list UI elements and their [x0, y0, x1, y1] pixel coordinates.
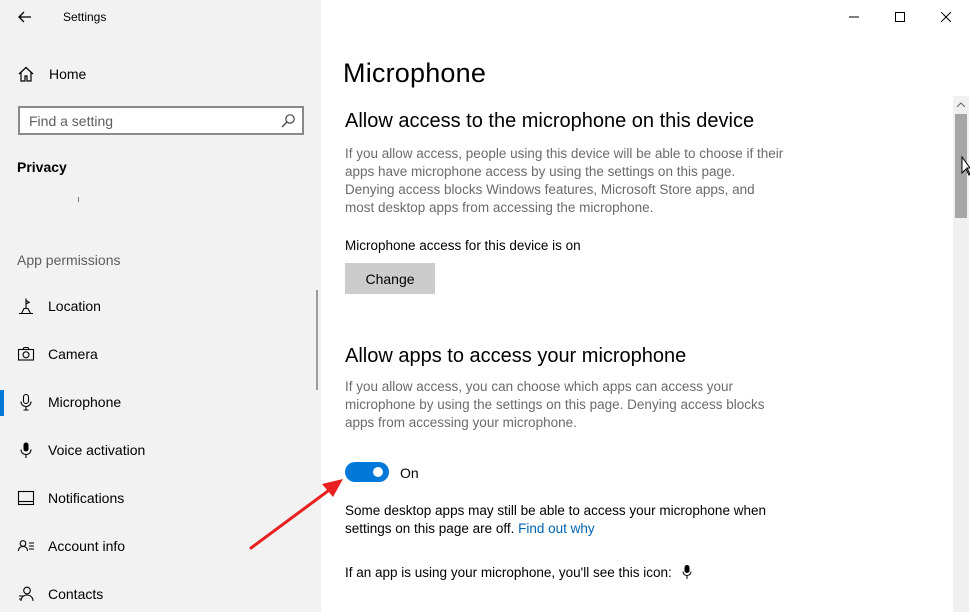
sidebar-item-contacts[interactable]: Contacts	[0, 575, 321, 612]
scroll-up-button[interactable]	[953, 96, 969, 113]
sidebar-item-voice-activation[interactable]: Voice activation	[0, 431, 321, 471]
account-info-icon	[17, 540, 34, 552]
sidebar-item-label: Notifications	[48, 490, 125, 506]
change-button[interactable]: Change	[345, 263, 435, 294]
close-icon	[941, 12, 951, 22]
divider-mark	[78, 197, 79, 202]
apps-access-heading: Allow apps to access your microphone	[345, 345, 687, 367]
mouse-cursor-icon	[961, 155, 970, 176]
search-icon[interactable]	[280, 113, 296, 129]
home-icon	[18, 66, 34, 82]
sidebar-scrollbar[interactable]	[316, 290, 318, 390]
maximize-button[interactable]	[877, 0, 923, 34]
sidebar-item-microphone[interactable]: Microphone	[0, 383, 321, 423]
sidebar-item-label: Voice activation	[48, 442, 146, 458]
active-indicator	[0, 390, 4, 416]
voice-activation-icon	[20, 442, 32, 458]
sidebar-item-camera[interactable]: Camera	[0, 335, 321, 375]
microphone-icon	[20, 393, 32, 411]
sidebar-item-label: Location	[48, 298, 101, 314]
back-button[interactable]	[14, 6, 36, 28]
apps-access-description: If you allow access, you can choose whic…	[345, 379, 765, 430]
desktop-apps-note: Some desktop apps may still be able to a…	[345, 502, 795, 538]
maximize-icon	[895, 12, 905, 22]
microphone-in-use-icon	[682, 565, 692, 579]
sidebar-item-home[interactable]: Home	[0, 60, 321, 88]
sidebar-item-notifications[interactable]: Notifications	[0, 479, 321, 519]
close-button[interactable]	[923, 0, 969, 34]
main-content: Microphone Allow access to the microphon…	[321, 0, 970, 612]
notifications-icon	[17, 490, 35, 506]
find-out-why-link[interactable]: Find out why	[518, 521, 595, 536]
device-access-heading: Allow access to the microphone on this d…	[345, 110, 755, 132]
contacts-icon	[19, 586, 34, 602]
page-title: Microphone	[343, 58, 487, 88]
toggle-knob	[373, 467, 383, 477]
minimize-icon	[849, 16, 859, 18]
icon-note-text: If an app is using your microphone, you'…	[345, 565, 672, 580]
title-bar: Settings	[0, 0, 321, 34]
back-arrow-icon	[18, 11, 31, 23]
sidebar-item-location[interactable]: Location	[0, 287, 321, 327]
location-icon	[19, 298, 33, 315]
sidebar-item-label: Camera	[48, 346, 98, 362]
icon-note: If an app is using your microphone, you'…	[345, 564, 692, 582]
home-label: Home	[49, 66, 87, 82]
search-input[interactable]: Find a setting	[18, 106, 304, 135]
apps-access-toggle[interactable]	[345, 462, 389, 482]
section-title: Privacy	[17, 159, 67, 175]
sidebar: Settings Home Find a setting Privacy App…	[0, 0, 321, 612]
sidebar-item-label: Microphone	[48, 394, 122, 410]
chevron-up-icon	[957, 102, 965, 107]
device-access-description: If you allow access, people using this d…	[345, 146, 784, 215]
sidebar-item-account-info[interactable]: Account info	[0, 527, 321, 567]
sidebar-item-label: Contacts	[48, 586, 104, 602]
toggle-state-label: On	[400, 465, 419, 481]
device-access-status: Microphone access for this device is on	[345, 238, 581, 253]
minimize-button[interactable]	[831, 0, 877, 34]
app-title: Settings	[63, 10, 107, 24]
sidebar-item-label: Account info	[48, 538, 126, 554]
search-placeholder: Find a setting	[29, 113, 114, 129]
group-label: App permissions	[17, 252, 121, 268]
camera-icon	[17, 346, 35, 361]
